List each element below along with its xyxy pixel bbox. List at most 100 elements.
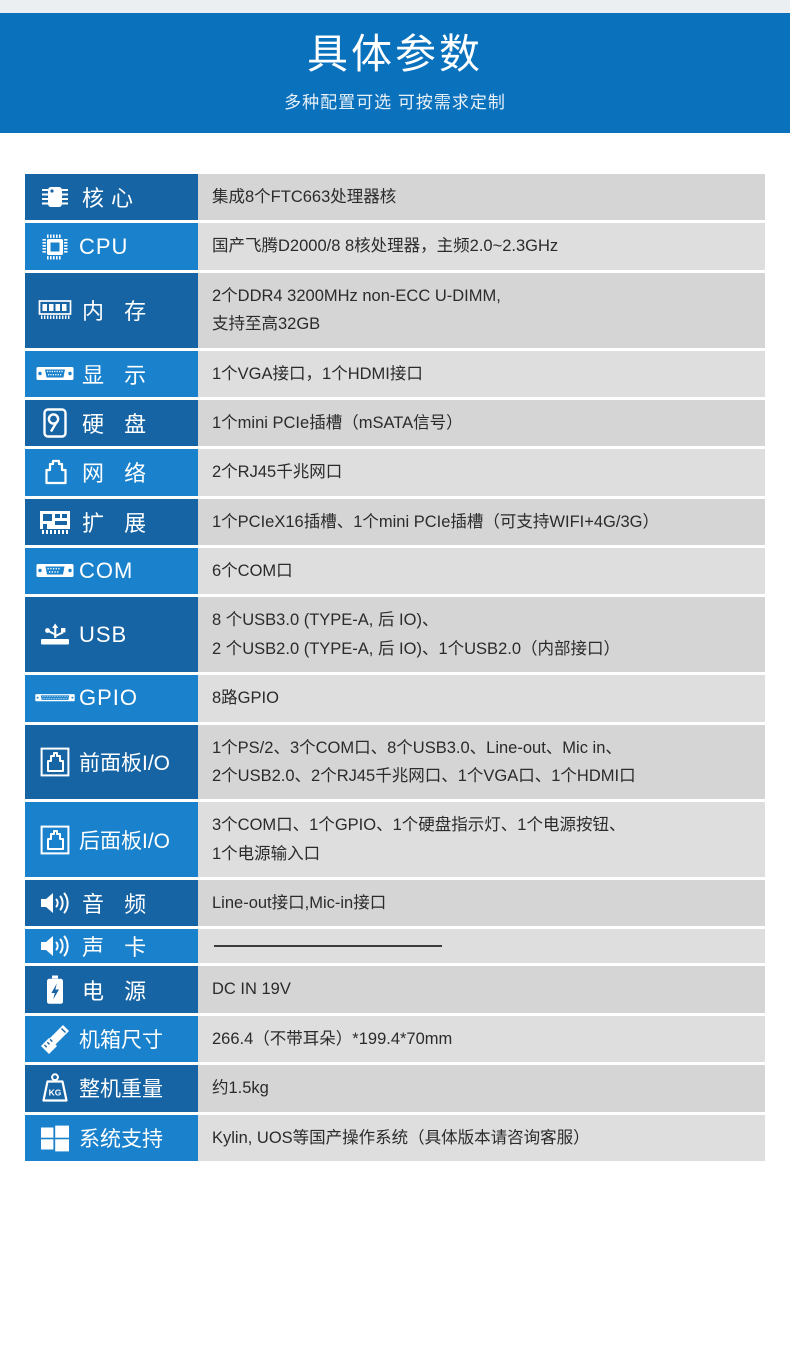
spec-page: 具体参数 多种配置可选 可按需求定制 核心 集成8个FTC663处理器核 CPU 国…	[0, 0, 790, 1362]
spec-label-text: 扩 展	[82, 510, 154, 536]
top-strip	[0, 0, 790, 13]
spec-value-line: 8路GPIO	[212, 689, 279, 708]
spec-value-电-源: DC IN 19V	[198, 966, 765, 1013]
spec-label-整机重量: KG 整机重量	[25, 1065, 198, 1112]
spec-label-系统支持: 系统支持	[25, 1114, 198, 1161]
spec-value-line: 约1.5kg	[212, 1079, 269, 1098]
spec-label-电-源: 电 源	[25, 966, 198, 1013]
spec-label-text: CPU	[79, 233, 129, 259]
spec-label-text: 显 示	[82, 362, 154, 388]
spec-value-机箱尺寸: 266.4（不带耳朵）*199.4*70mm	[198, 1015, 765, 1063]
spec-row: 声 卡	[25, 929, 765, 964]
spec-label-text: 系统支持	[79, 1127, 163, 1151]
spec-row: 音 频 Line-out接口,Mic-in接口	[25, 880, 765, 927]
spec-value-line: 1个VGA接口，1个HDMI接口	[212, 364, 423, 383]
spec-value-line: 2 个USB2.0 (TYPE-A, 后 IO)、1个USB2.0（内部接口）	[212, 639, 621, 658]
windows-logo-icon	[35, 1121, 75, 1155]
spec-row: GPIO 8路GPIO	[25, 675, 765, 722]
spec-value-line: 1个PCIeX16插槽、1个mini PCIe插槽（可支持WIFI+4G/3G）	[212, 512, 659, 531]
spec-label-后面板i-o: 后面板I/O	[25, 802, 198, 877]
page-banner: 具体参数 多种配置可选 可按需求定制	[0, 13, 790, 133]
spec-label-前面板i-o: 前面板I/O	[25, 724, 198, 800]
spec-value-cpu: 国产飞腾D2000/8 8核处理器，主频2.0~2.3GHz	[198, 223, 765, 270]
spec-label-text: 声 卡	[82, 935, 154, 961]
spec-label-com: COM	[25, 548, 198, 595]
spec-value-line: DC IN 19V	[212, 980, 291, 999]
spec-label-机箱尺寸: 机箱尺寸	[25, 1015, 198, 1063]
spec-value-line: Line-out接口,Mic-in接口	[212, 894, 387, 912]
battery-power-icon	[35, 973, 75, 1007]
speaker-icon	[35, 886, 75, 920]
spec-label-text: 核心	[82, 186, 141, 212]
spec-label-text: USB	[79, 621, 128, 647]
chip-icon	[35, 180, 75, 214]
spec-label-text: 前面板I/O	[79, 751, 171, 775]
cpu-icon	[35, 230, 75, 264]
svg-text:KG: KG	[49, 1088, 62, 1098]
spec-value-整机重量: 约1.5kg	[198, 1065, 765, 1112]
spec-value-后面板i-o: 3个COM口、1个GPIO、1个硬盘指示灯、1个电源按钮、 1个电源输入口	[198, 802, 765, 877]
page-subtitle: 多种配置可选 可按需求定制	[284, 92, 506, 112]
spec-value-line: Kylin, UOS等国产操作系统（具体版本请咨询客服）	[212, 1128, 590, 1147]
spec-row: 显 示 1个VGA接口，1个HDMI接口	[25, 350, 765, 397]
spec-label-声-卡: 声 卡	[25, 929, 198, 964]
spec-row: COM 6个COM口	[25, 548, 765, 595]
spec-row: 后面板I/O 3个COM口、1个GPIO、1个硬盘指示灯、1个电源按钮、 1个电源输…	[25, 802, 765, 877]
spec-value-扩-展: 1个PCIeX16插槽、1个mini PCIe插槽（可支持WIFI+4G/3G）	[198, 498, 765, 545]
spec-row: 机箱尺寸 266.4（不带耳朵）*199.4*70mm	[25, 1015, 765, 1063]
spec-value-line: 2个USB2.0、2个RJ45千兆网口、1个VGA口、1个HDMI口	[212, 766, 636, 785]
spec-value-line: 1个PS/2、3个COM口、8个USB3.0、Line-out、Mic in、	[212, 738, 622, 757]
vga-port-icon	[35, 357, 75, 391]
spec-value-系统支持: Kylin, UOS等国产操作系统（具体版本请咨询客服）	[198, 1114, 765, 1161]
spec-label-cpu: CPU	[25, 223, 198, 270]
spec-row: 硬 盘 1个mini PCIe插槽（mSATA信号）	[25, 399, 765, 447]
spec-label-text: 机箱尺寸	[79, 1028, 163, 1052]
spec-value-line: 8 个USB3.0 (TYPE-A, 后 IO)、	[212, 611, 439, 630]
spec-label-显-示: 显 示	[25, 350, 198, 397]
spec-label-硬-盘: 硬 盘	[25, 399, 198, 447]
spec-value-line: 国产飞腾D2000/8 8核处理器，主频2.0~2.3GHz	[212, 237, 559, 256]
spec-row: 电 源 DC IN 19V	[25, 966, 765, 1013]
spec-label-gpio: GPIO	[25, 675, 198, 722]
spec-value-usb: 8 个USB3.0 (TYPE-A, 后 IO)、 2 个USB2.0 (TYPE…	[198, 597, 765, 673]
spec-label-网-络: 网 络	[25, 449, 198, 496]
usb-icon	[35, 618, 75, 652]
spec-value-内-存: 2个DDR4 3200MHz non-ECC U-DIMM, 支持至高32GB	[198, 272, 765, 348]
spec-value-line: 3个COM口、1个GPIO、1个硬盘指示灯、1个电源按钮、	[212, 816, 626, 835]
spec-label-text: 后面板I/O	[79, 829, 171, 853]
spec-value-网-络: 2个RJ45千兆网口	[198, 449, 765, 496]
spec-label-text: GPIO	[79, 685, 139, 711]
weight-kg-icon: KG	[35, 1071, 75, 1105]
spec-label-text: 音 频	[82, 892, 154, 918]
page-title: 具体参数	[307, 31, 483, 78]
spec-value-gpio: 8路GPIO	[198, 675, 765, 722]
spec-value-声-卡	[198, 929, 765, 964]
spec-label-text: COM	[79, 558, 134, 584]
spec-row: 扩 展 1个PCIeX16插槽、1个mini PCIe插槽（可支持WIFI+4G/…	[25, 498, 765, 545]
spec-value-line: 266.4（不带耳朵）*199.4*70mm	[212, 1029, 453, 1048]
spec-value-line: 2个RJ45千兆网口	[212, 463, 343, 482]
com-port-icon	[35, 554, 75, 588]
spec-row: KG 整机重量 约1.5kg	[25, 1065, 765, 1112]
spec-row: 系统支持 Kylin, UOS等国产操作系统（具体版本请咨询客服）	[25, 1114, 765, 1161]
spec-label-text: 整机重量	[79, 1078, 163, 1102]
spec-label-扩-展: 扩 展	[25, 498, 198, 545]
spec-value-显-示: 1个VGA接口，1个HDMI接口	[198, 350, 765, 397]
spec-label-核心: 核心	[25, 174, 198, 221]
spec-value-硬-盘: 1个mini PCIe插槽（mSATA信号）	[198, 399, 765, 447]
memory-dimm-icon	[35, 293, 75, 327]
spec-value-音-频: Line-out接口,Mic-in接口	[198, 880, 765, 927]
harddisk-icon	[35, 406, 75, 440]
rear-panel-icon	[35, 823, 75, 857]
spec-value-line: 1个mini PCIe插槽（mSATA信号）	[212, 413, 463, 432]
spec-label-内-存: 内 存	[25, 272, 198, 348]
spec-row: 网 络 2个RJ45千兆网口	[25, 449, 765, 496]
empty-value-dash	[214, 945, 442, 948]
spec-label-usb: USB	[25, 597, 198, 673]
spec-row: 核心 集成8个FTC663处理器核	[25, 174, 765, 221]
spec-label-音-频: 音 频	[25, 880, 198, 927]
gpio-connector-icon	[35, 681, 75, 715]
spec-value-line: 2个DDR4 3200MHz non-ECC U-DIMM,	[212, 286, 501, 305]
front-panel-icon	[35, 745, 75, 779]
banner-spacer	[0, 133, 790, 174]
